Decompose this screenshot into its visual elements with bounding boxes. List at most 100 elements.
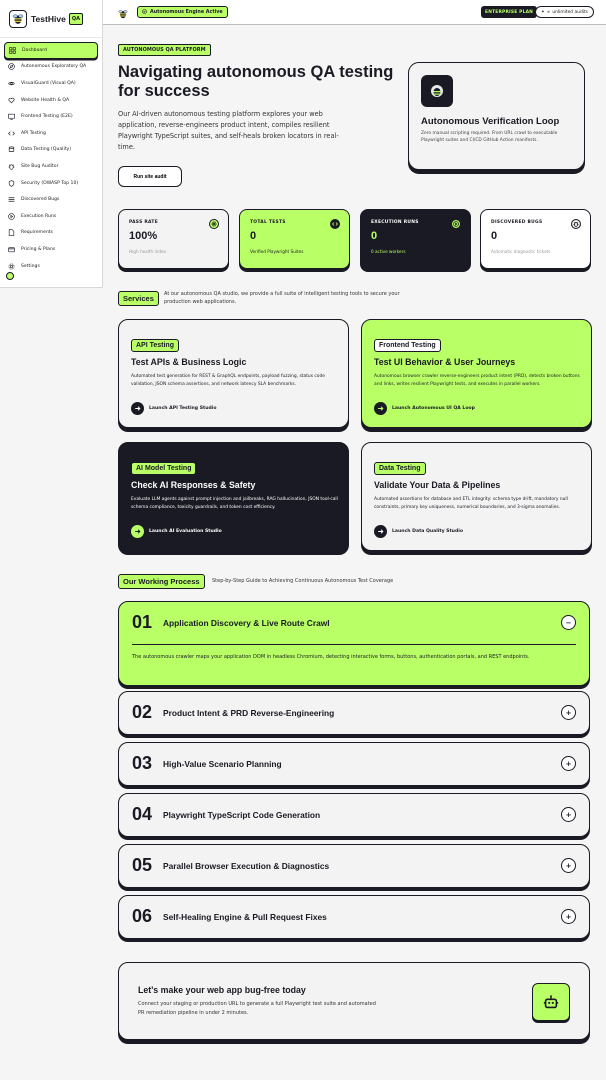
expand-icon[interactable]: +: [561, 705, 576, 720]
stat-card-execution-runs[interactable]: EXECUTION RUNS 0 0 active workers: [360, 209, 471, 269]
list-icon: [8, 196, 15, 203]
shield-icon: [8, 179, 15, 187]
service-launch-link[interactable]: Launch Autonomous UI QA Loop: [374, 402, 475, 415]
verification-loop-card: Autonomous Verification Loop Zero manual…: [408, 62, 585, 170]
robot-icon[interactable]: [532, 983, 570, 1021]
stat-value: 0: [371, 230, 378, 242]
sparkle-icon: ✦: [541, 9, 545, 15]
sidebar-nav: Dashboard Autonomous Exploratory QA Visual…: [0, 38, 102, 274]
sidebar-item-label: Data Testing (Quality): [21, 147, 72, 153]
step-divider: [132, 644, 576, 645]
sidebar-item-execution-runs[interactable]: Execution Runs: [4, 208, 98, 225]
sidebar-item-pricing-plans[interactable]: Pricing & Plans: [4, 241, 98, 258]
services-tag: Services: [118, 291, 159, 306]
service-title: Test UI Behavior & User Journeys: [374, 357, 516, 367]
card-icon: [8, 246, 15, 253]
service-tag: Data Testing: [374, 462, 426, 475]
database-icon: [8, 146, 15, 153]
process-step[interactable]: 02 Product Intent & PRD Reverse-Engineeri…: [118, 691, 590, 735]
process-step[interactable]: 05 Parallel Browser Execution & Diagnosti…: [118, 844, 590, 888]
verification-title: Autonomous Verification Loop: [421, 116, 560, 127]
collapse-icon[interactable]: −: [561, 615, 576, 630]
sidebar-item-requirements[interactable]: Requirements: [4, 225, 98, 242]
step-number: 04: [132, 804, 153, 824]
bug-icon: [8, 163, 15, 170]
service-launch-link[interactable]: Launch AI Evaluation Studio: [131, 525, 222, 538]
stat-sub: Verified Playwright Suites: [250, 249, 304, 254]
sidebar-item-security-owasp-top-10[interactable]: Security (OWASP Top 10): [4, 175, 98, 192]
hero-description: Our AI-driven autonomous testing platfor…: [118, 110, 339, 151]
sidebar-item-visualguard-visual-qa[interactable]: VisualGuard (Visual QA): [4, 75, 98, 92]
service-launch-link[interactable]: Launch Data Quality Studio: [374, 525, 463, 538]
play-icon: [451, 219, 461, 229]
sidebar-item-label: Requirements: [21, 230, 53, 236]
stat-card-pass-rate[interactable]: PASS RATE 100% High health index: [118, 209, 229, 269]
run-site-audit-button[interactable]: Run site audit: [118, 166, 182, 187]
process-step[interactable]: 06 Self-Healing Engine & Pull Request Fix…: [118, 895, 590, 939]
cta-description: Connect your staging or production URL t…: [138, 1001, 376, 1016]
hero-tag: AUTONOMOUS QA PLATFORM: [118, 44, 211, 56]
sidebar-item-frontend-testing-e2e[interactable]: Frontend Testing (E2E): [4, 108, 98, 125]
hero-title: Navigating autonomous QA testing for suc…: [118, 63, 394, 100]
process-tag: Our Working Process: [118, 574, 205, 589]
brand-name: TestHive: [31, 13, 66, 24]
sidebar-item-label: Pricing & Plans: [21, 246, 56, 252]
sidebar-item-label: Frontend Testing (E2E): [21, 114, 73, 120]
infinity-icon: ∞: [546, 9, 551, 15]
user-avatar[interactable]: [6, 272, 14, 280]
sidebar-item-data-testing-quality[interactable]: Data Testing (Quality): [4, 142, 98, 159]
sidebar-item-website-health-qa[interactable]: Website Health & QA: [4, 92, 98, 109]
cta-card: Let's make your web app bug-free today C…: [118, 962, 590, 1040]
service-title: Test APIs & Business Logic: [131, 357, 247, 367]
stat-value: 0: [250, 230, 257, 242]
stat-sub: 0 active workers: [371, 249, 406, 254]
stat-label: DISCOVERED BUGS: [491, 220, 543, 225]
expand-icon[interactable]: +: [561, 756, 576, 771]
file-icon: [8, 229, 15, 237]
sidebar-item-api-testing[interactable]: API Testing: [4, 125, 98, 142]
sidebar-item-discovered-bugs[interactable]: Discovered Bugs: [4, 191, 98, 208]
expand-icon[interactable]: +: [561, 909, 576, 924]
step-number: 06: [132, 906, 153, 926]
sidebar-item-dashboard[interactable]: Dashboard: [4, 42, 98, 59]
process-step[interactable]: 01 Application Discovery & Live Route Cra…: [118, 601, 590, 686]
stat-card-discovered-bugs[interactable]: DISCOVERED BUGS 0 Automatic diagnostic tic…: [480, 209, 591, 269]
expand-icon[interactable]: +: [561, 858, 576, 873]
brand-badge: QA: [68, 12, 83, 25]
step-title: Playwright TypeScript Code Generation: [163, 810, 321, 820]
service-link-label: Launch AI Evaluation Studio: [149, 529, 222, 534]
brand[interactable]: TestHive QA: [0, 0, 102, 38]
arrow-right-icon: [374, 402, 387, 415]
arrow-right-icon: [131, 525, 144, 538]
sidebar-item-site-bug-auditor[interactable]: Site Bug Auditor: [4, 158, 98, 175]
sidebar-item-label: Settings: [21, 263, 40, 269]
step-title: Product Intent & PRD Reverse-Engineering: [163, 708, 335, 718]
service-tag: API Testing: [131, 339, 179, 352]
process-step[interactable]: 03 High-Value Scenario Planning +: [118, 742, 590, 786]
service-tag: AI Model Testing: [131, 462, 197, 475]
stat-sub: Automatic diagnostic tickets: [491, 249, 551, 254]
audits-badge[interactable]: ✦ ∞ unlimited audits: [535, 6, 594, 18]
plan-badge[interactable]: ENTERPRISE PLAN: [481, 6, 538, 18]
sidebar-item-autonomous-exploratory-qa[interactable]: Autonomous Exploratory QA: [4, 59, 98, 76]
service-tag: Frontend Testing: [374, 339, 441, 352]
expand-icon[interactable]: +: [561, 807, 576, 822]
step-title: Parallel Browser Execution & Diagnostics: [163, 861, 330, 871]
engine-status-label: Autonomous Engine Active: [150, 9, 223, 15]
process-step[interactable]: 04 Playwright TypeScript Code Generation +: [118, 793, 590, 837]
sidebar-item-label: VisualGuard (Visual QA): [21, 80, 76, 86]
stat-card-total-tests[interactable]: TOTAL TESTS 0 Verified Playwright Suites: [239, 209, 350, 269]
target-icon: [209, 219, 219, 229]
step-title: Application Discovery & Live Route Crawl: [163, 618, 330, 628]
bee-icon: [117, 5, 129, 19]
step-title: Self-Healing Engine & Pull Request Fixes: [163, 912, 327, 922]
service-launch-link[interactable]: Launch API Testing Studio: [131, 402, 217, 415]
sidebar-item-settings[interactable]: Settings: [4, 258, 98, 275]
service-card-frontend-testing: Frontend Testing Test UI Behavior & User …: [361, 319, 592, 428]
check-circle-icon: [142, 8, 147, 16]
service-card-ai-model-testing: AI Model Testing Check AI Responses & Saf…: [118, 442, 349, 551]
stat-sub: High health index: [129, 249, 166, 254]
sidebar-item-label: Discovered Bugs: [21, 197, 60, 203]
cta-title: Let's make your web app bug-free today: [138, 985, 306, 995]
service-card-data-testing: Data Testing Validate Your Data & Pipelin…: [361, 442, 592, 551]
